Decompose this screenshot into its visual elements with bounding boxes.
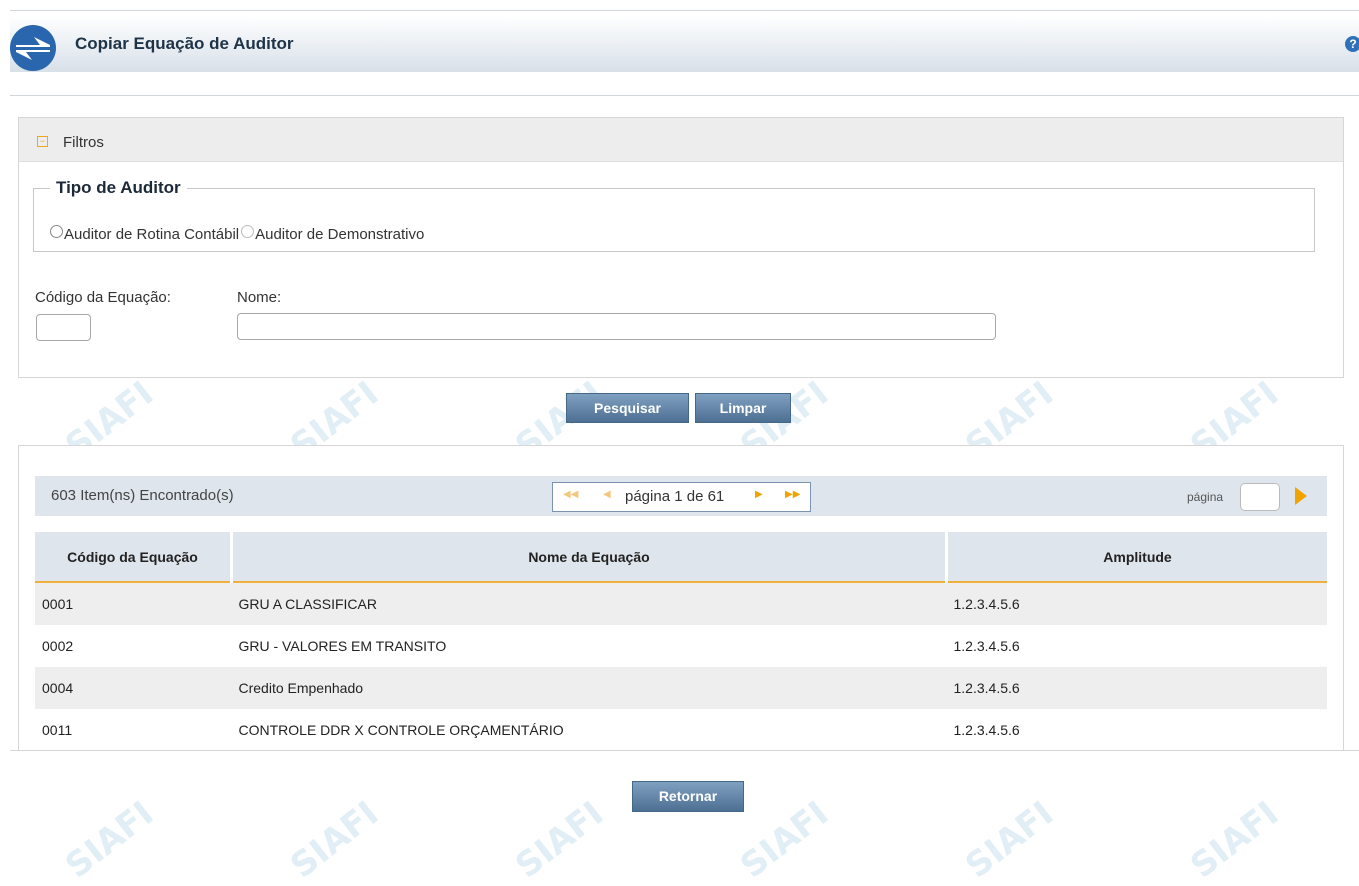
radio-rotina-contabil[interactable] — [50, 225, 63, 238]
siafi-watermark-icon: SIAFI — [1183, 793, 1287, 886]
siafi-logo-icon — [10, 25, 56, 71]
radio-rotina-contabil-label[interactable]: Auditor de Rotina Contábil — [64, 226, 239, 243]
cell-nome: GRU A CLASSIFICAR — [231, 582, 947, 625]
page-jump-label: página — [1187, 490, 1224, 504]
back-button[interactable]: Retornar — [632, 781, 744, 812]
table-row[interactable]: 0011 CONTROLE DDR X CONTROLE ORÇAMENTÁRI… — [35, 709, 1327, 751]
go-page-icon[interactable] — [1295, 487, 1307, 505]
filter-panel: − Filtros Tipo de Auditor Auditor de Rot… — [18, 117, 1344, 378]
cell-amplitude: 1.2.3.4.5.6 — [946, 582, 1327, 625]
table-row[interactable]: 0001 GRU A CLASSIFICAR 1.2.3.4.5.6 — [35, 582, 1327, 625]
siafi-watermark-icon: SIAFI — [283, 793, 387, 886]
filter-panel-title: Filtros — [63, 134, 104, 151]
table-header-row: Código da Equação Nome da Equação Amplit… — [35, 532, 1327, 583]
radio-demonstrativo-label[interactable]: Auditor de Demonstrativo — [255, 226, 424, 243]
auditor-type-options: Auditor de Rotina Contábil Auditor de De… — [50, 225, 424, 243]
next-page-icon[interactable]: ▶ — [755, 489, 763, 500]
cell-nome: Credito Empenhado — [231, 667, 947, 709]
siafi-watermark-icon: SIAFI — [958, 793, 1062, 886]
siafi-watermark-icon: SIAFI — [733, 793, 837, 886]
prev-page-icon[interactable]: ◀ — [603, 489, 611, 500]
cell-amplitude: 1.2.3.4.5.6 — [946, 709, 1327, 751]
footer-divider — [10, 750, 1359, 751]
clear-button[interactable]: Limpar — [695, 393, 791, 423]
cell-codigo: 0004 — [35, 667, 232, 709]
last-page-icon[interactable]: ▶▶ — [785, 489, 800, 500]
codigo-equacao-input[interactable] — [36, 314, 91, 341]
collapse-icon[interactable]: − — [37, 136, 48, 147]
column-codigo[interactable]: Código da Equação — [35, 532, 233, 583]
cell-codigo: 0011 — [35, 709, 232, 751]
nome-label: Nome: — [237, 289, 282, 306]
cell-amplitude: 1.2.3.4.5.6 — [946, 667, 1327, 709]
table-row[interactable]: 0002 GRU - VALORES EM TRANSITO 1.2.3.4.5… — [35, 625, 1327, 667]
auditor-type-legend: Tipo de Auditor — [56, 178, 181, 197]
nome-input[interactable] — [237, 313, 996, 340]
results-toolbar: 603 Item(ns) Encontrado(s) ◀◀ ◀ página 1… — [35, 476, 1327, 516]
page-title: Copiar Equação de Auditor — [75, 34, 294, 53]
auditor-type-group: Tipo de Auditor Auditor de Rotina Contáb… — [33, 178, 1315, 252]
top-divider — [10, 10, 1359, 11]
results-table: Código da Equação Nome da Equação Amplit… — [35, 532, 1327, 751]
results-panel: 603 Item(ns) Encontrado(s) ◀◀ ◀ página 1… — [18, 445, 1344, 751]
cell-nome: CONTROLE DDR X CONTROLE ORÇAMENTÁRIO — [231, 709, 947, 751]
table-row[interactable]: 0004 Credito Empenhado 1.2.3.4.5.6 — [35, 667, 1327, 709]
search-button[interactable]: Pesquisar — [566, 393, 689, 423]
pager: ◀◀ ◀ página 1 de 61 ▶ ▶▶ — [552, 482, 811, 512]
codigo-equacao-label: Código da Equação: — [35, 289, 171, 306]
filter-panel-header[interactable]: − Filtros — [19, 118, 1343, 162]
cell-codigo: 0001 — [35, 582, 232, 625]
results-count: 603 Item(ns) Encontrado(s) — [51, 487, 234, 504]
cell-codigo: 0002 — [35, 625, 232, 667]
page-header: Copiar Equação de Auditor ? — [10, 16, 1359, 72]
cell-nome: GRU - VALORES EM TRANSITO — [231, 625, 947, 667]
help-icon[interactable]: ? — [1345, 36, 1359, 52]
column-nome[interactable]: Nome da Equação — [231, 532, 948, 583]
cell-amplitude: 1.2.3.4.5.6 — [946, 625, 1327, 667]
first-page-icon[interactable]: ◀◀ — [563, 489, 578, 500]
column-amplitude[interactable]: Amplitude — [946, 532, 1327, 583]
radio-demonstrativo[interactable] — [241, 225, 255, 238]
pager-text: página 1 de 61 — [625, 488, 725, 505]
page-jump-input[interactable] — [1240, 483, 1280, 511]
siafi-watermark-icon: SIAFI — [508, 793, 612, 886]
siafi-watermark-icon: SIAFI — [58, 793, 162, 886]
header-divider — [10, 95, 1359, 96]
